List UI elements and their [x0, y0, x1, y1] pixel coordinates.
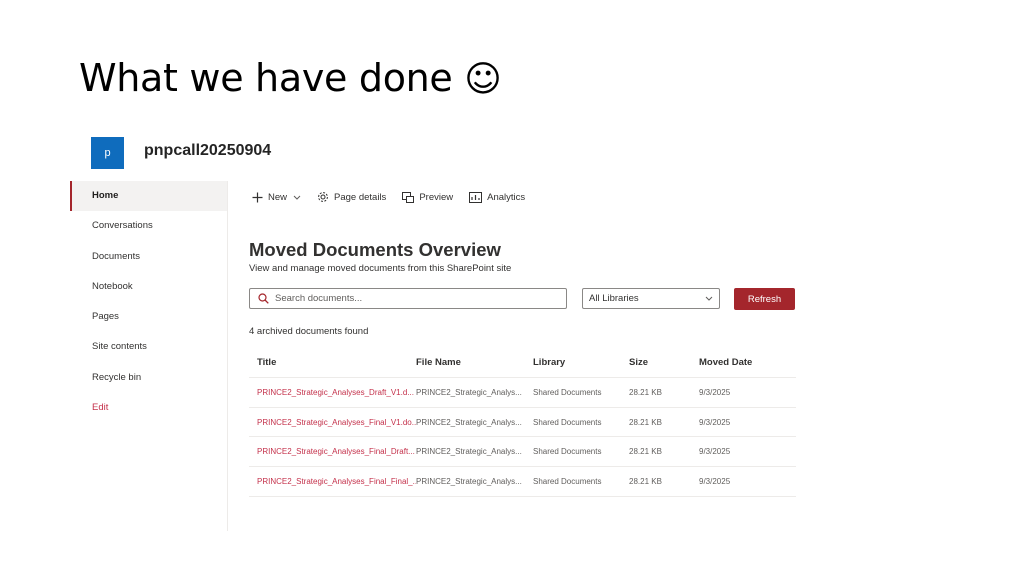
page-details-label: Page details	[334, 191, 387, 203]
page-subtitle: View and manage moved documents from thi…	[249, 263, 512, 274]
library-filter-value: All Libraries	[589, 293, 639, 304]
nav-item-documents[interactable]: Documents	[70, 242, 227, 272]
column-header-moved-date[interactable]: Moved Date	[699, 357, 796, 368]
gear-icon	[318, 192, 328, 202]
table-row[interactable]: PRINCE2_Strategic_Analyses_Final_V1.do..…	[249, 408, 796, 438]
document-title-link[interactable]: PRINCE2_Strategic_Analyses_Draft_V1.d...	[249, 388, 416, 397]
page-details-button[interactable]: Page details	[317, 191, 386, 203]
file-name-cell: PRINCE2_Strategic_Analys...	[416, 417, 522, 427]
command-bar: New Page details Preview Analytics	[252, 188, 541, 206]
nav-item-pages[interactable]: Pages	[70, 302, 227, 332]
page-heading: Moved Documents Overview	[249, 239, 501, 260]
plus-icon	[252, 192, 263, 202]
search-input[interactable]	[275, 293, 555, 304]
size-cell: 28.21 KB	[629, 387, 662, 397]
refresh-button[interactable]: Refresh	[734, 288, 795, 310]
table-header: Title File Name Library Size Moved Date	[249, 348, 796, 378]
new-button-label: New	[268, 191, 288, 203]
table-row[interactable]: PRINCE2_Strategic_Analyses_Draft_V1.d...…	[249, 378, 796, 408]
library-cell: Shared Documents	[533, 417, 602, 427]
table-row[interactable]: PRINCE2_Strategic_Analyses_Final_Final_.…	[249, 467, 796, 497]
size-cell: 28.21 KB	[629, 417, 662, 427]
library-cell: Shared Documents	[533, 387, 602, 397]
library-filter-dropdown[interactable]: All Libraries	[582, 288, 720, 309]
column-header-size[interactable]: Size	[629, 357, 699, 368]
smiley-icon: ☺	[464, 59, 502, 100]
site-logo-letter: p	[104, 147, 111, 159]
site-logo[interactable]: p	[91, 137, 124, 169]
column-header-file-name[interactable]: File Name	[416, 357, 533, 368]
result-count: 4 archived documents found	[249, 326, 369, 337]
library-cell: Shared Documents	[533, 447, 602, 457]
preview-button[interactable]: Preview	[402, 191, 453, 203]
documents-table: Title File Name Library Size Moved Date …	[249, 348, 796, 497]
left-navigation: Home Conversations Documents Notebook Pa…	[70, 181, 228, 531]
column-header-title[interactable]: Title	[249, 357, 416, 368]
document-title-link[interactable]: PRINCE2_Strategic_Analyses_Final_Final_.…	[249, 477, 416, 486]
column-header-library[interactable]: Library	[533, 357, 629, 368]
nav-item-notebook[interactable]: Notebook	[70, 272, 227, 302]
site-name[interactable]: pnpcall20250904	[144, 142, 271, 160]
analytics-button[interactable]: Analytics	[469, 191, 526, 203]
preview-icon	[402, 192, 415, 203]
nav-item-home[interactable]: Home	[70, 181, 227, 211]
analytics-label: Analytics	[487, 191, 526, 203]
nav-edit-link[interactable]: Edit	[70, 393, 227, 423]
document-title-link[interactable]: PRINCE2_Strategic_Analyses_Final_Draft..…	[249, 447, 416, 456]
file-name-cell: PRINCE2_Strategic_Analys...	[416, 447, 522, 457]
size-cell: 28.21 KB	[629, 476, 662, 486]
chevron-down-icon	[293, 195, 301, 200]
slide-title: What we have done ☺	[79, 56, 502, 100]
new-button[interactable]: New	[252, 192, 301, 203]
nav-item-conversations[interactable]: Conversations	[70, 211, 227, 241]
nav-item-site-contents[interactable]: Site contents	[70, 332, 227, 362]
size-cell: 28.21 KB	[629, 447, 662, 457]
document-title-link[interactable]: PRINCE2_Strategic_Analyses_Final_V1.do..…	[249, 418, 416, 427]
table-row[interactable]: PRINCE2_Strategic_Analyses_Final_Draft..…	[249, 437, 796, 468]
moved-date-cell: 9/3/2025	[699, 447, 731, 457]
library-cell: Shared Documents	[533, 476, 602, 486]
file-name-cell: PRINCE2_Strategic_Analys...	[416, 387, 522, 397]
file-name-cell: PRINCE2_Strategic_Analys...	[416, 476, 522, 486]
nav-item-recycle-bin[interactable]: Recycle bin	[70, 363, 227, 393]
moved-date-cell: 9/3/2025	[699, 387, 731, 397]
moved-date-cell: 9/3/2025	[699, 417, 731, 427]
moved-date-cell: 9/3/2025	[699, 476, 731, 486]
search-box[interactable]	[249, 288, 567, 309]
preview-label: Preview	[419, 191, 454, 203]
analytics-icon	[469, 191, 483, 203]
search-icon	[258, 293, 269, 304]
slide-title-text: What we have done	[79, 56, 453, 100]
chevron-down-icon	[705, 296, 713, 301]
